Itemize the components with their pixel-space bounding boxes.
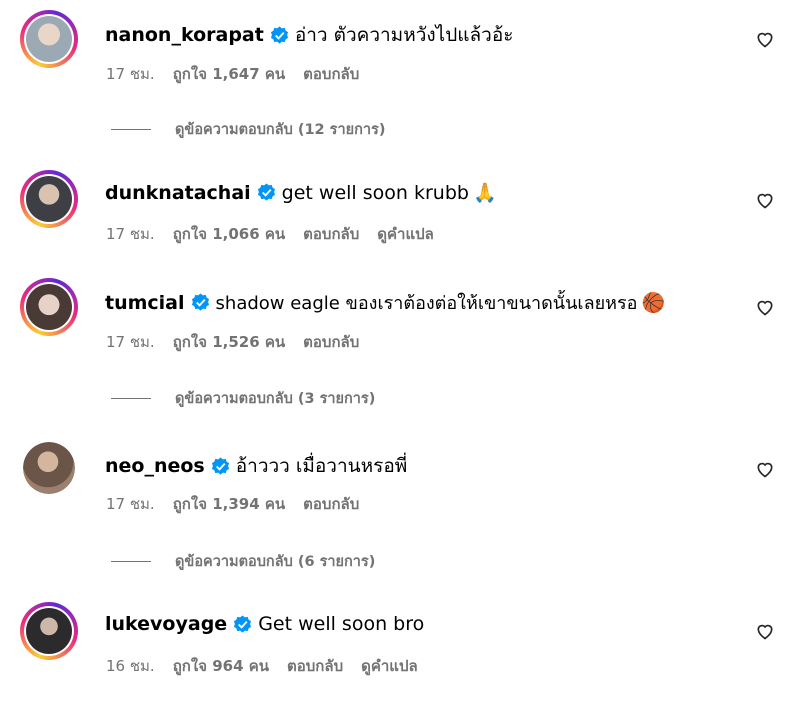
- divider-line: [111, 561, 151, 562]
- comment-time[interactable]: 17 ชม.: [106, 333, 155, 351]
- verified-badge-icon: [234, 614, 252, 633]
- reply-button[interactable]: ตอบกลับ: [287, 657, 343, 675]
- verified-badge-icon: [257, 183, 275, 201]
- heart-icon[interactable]: [755, 459, 775, 479]
- view-replies-label: ดูข้อความตอบกลับ (3 รายการ): [175, 391, 376, 407]
- translate-button[interactable]: ดูคำแปล: [377, 225, 434, 243]
- verified-badge-icon: [191, 293, 209, 311]
- divider-line: [111, 129, 151, 130]
- reply-button[interactable]: ตอบกลับ: [303, 495, 359, 513]
- view-replies-button[interactable]: ดูข้อความตอบกลับ (12 รายการ): [111, 118, 385, 141]
- avatar[interactable]: [20, 602, 78, 660]
- verified-badge-icon: [211, 456, 229, 475]
- comment-text: อ้าววว เมื่อวานหรอพี่: [235, 455, 408, 477]
- username[interactable]: dunknatachai: [105, 182, 251, 204]
- view-replies-button[interactable]: ดูข้อความตอบกลับ (6 รายการ): [111, 550, 375, 573]
- comment-time[interactable]: 17 ชม.: [106, 225, 155, 243]
- like-count[interactable]: ถูกใจ 1,526 คน: [173, 333, 285, 351]
- like-count[interactable]: ถูกใจ 964 คน: [173, 657, 269, 675]
- comment-time[interactable]: 17 ชม.: [106, 495, 155, 513]
- heart-icon[interactable]: [755, 297, 775, 317]
- reply-button[interactable]: ตอบกลับ: [303, 333, 359, 351]
- pray-emoji-icon: 🙏: [472, 182, 497, 204]
- avatar[interactable]: [20, 278, 78, 336]
- view-replies-button[interactable]: ดูข้อความตอบกลับ (3 รายการ): [111, 387, 375, 410]
- basketball-emoji-icon: 🏀: [641, 292, 666, 314]
- username[interactable]: nanon_korapat: [105, 24, 264, 46]
- heart-icon[interactable]: [755, 190, 775, 210]
- like-count[interactable]: ถูกใจ 1,394 คน: [173, 495, 285, 513]
- verified-badge-icon: [270, 25, 288, 44]
- comment-text: get well soon krubb: [281, 181, 469, 204]
- like-count[interactable]: ถูกใจ 1,647 คน: [173, 65, 285, 83]
- reply-button[interactable]: ตอบกลับ: [303, 65, 359, 83]
- comment-time[interactable]: 17 ชม.: [106, 65, 155, 83]
- heart-icon[interactable]: [755, 621, 775, 641]
- username[interactable]: tumcial: [105, 292, 185, 314]
- view-replies-label: ดูข้อความตอบกลับ (6 รายการ): [175, 554, 376, 570]
- heart-icon[interactable]: [755, 29, 775, 49]
- divider-line: [111, 398, 151, 399]
- like-count[interactable]: ถูกใจ 1,066 คน: [173, 225, 285, 243]
- avatar[interactable]: [20, 170, 78, 228]
- username[interactable]: lukevoyage: [105, 613, 227, 635]
- reply-button[interactable]: ตอบกลับ: [303, 225, 359, 243]
- avatar[interactable]: [20, 439, 78, 497]
- translate-button[interactable]: ดูคำแปล: [361, 657, 418, 675]
- comment-text: Get well soon bro: [258, 613, 425, 635]
- view-replies-label: ดูข้อความตอบกลับ (12 รายการ): [175, 122, 386, 138]
- avatar[interactable]: [20, 10, 78, 68]
- comment-text: อ่าว ตัวความหวังไปแล้วอ้ะ: [294, 24, 514, 46]
- comment-text: shadow eagle ของเราต้องต่อให้เขาขนาดนั้น…: [215, 293, 638, 314]
- comment-time[interactable]: 16 ชม.: [106, 657, 155, 675]
- username[interactable]: neo_neos: [105, 455, 205, 477]
